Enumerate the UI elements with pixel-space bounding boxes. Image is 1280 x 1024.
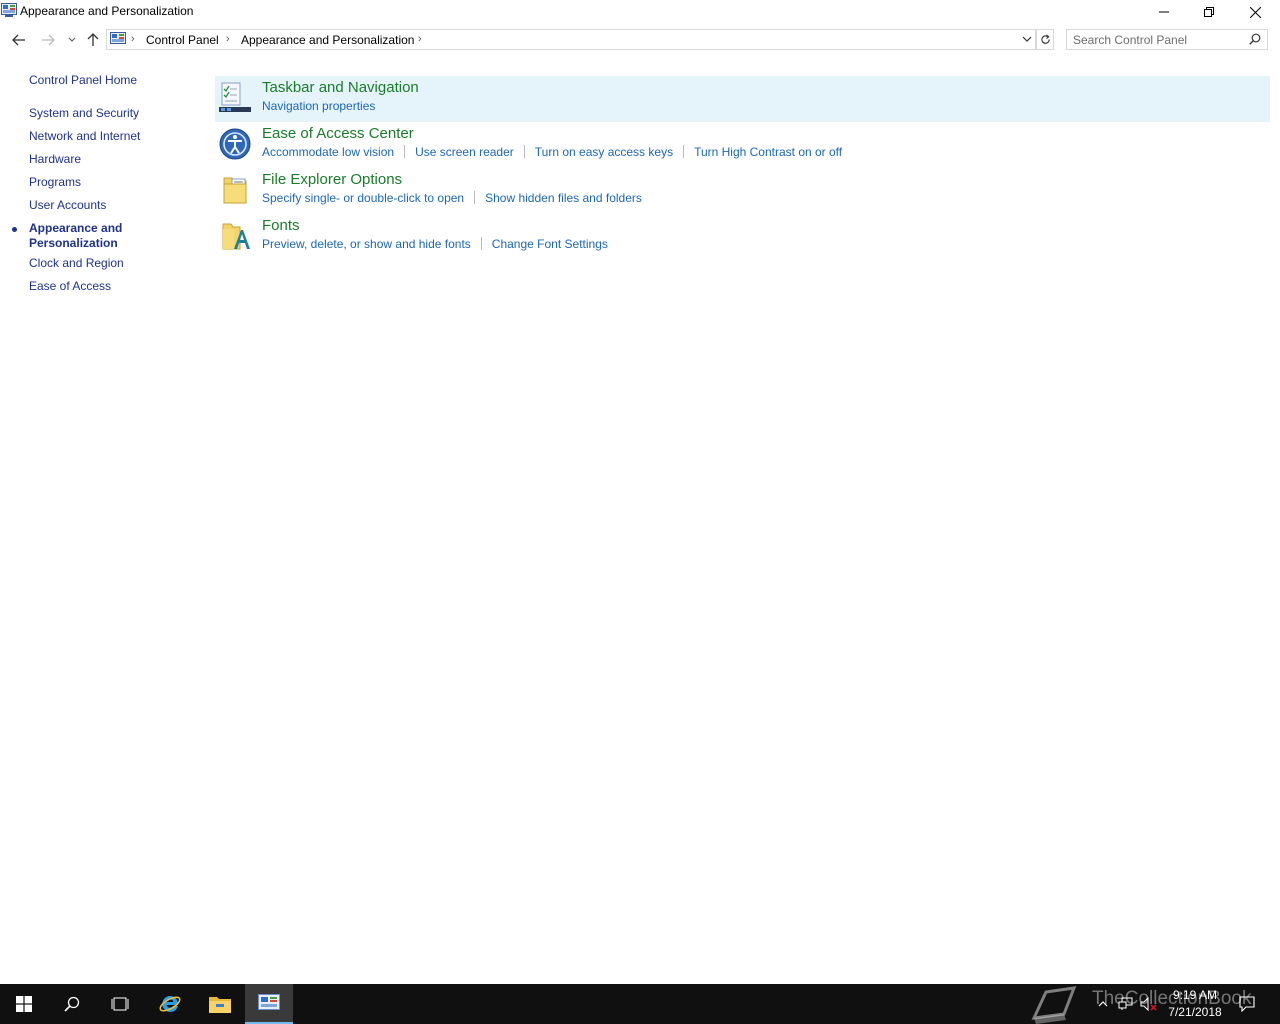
search-box[interactable] xyxy=(1066,29,1268,50)
breadcrumb-appearance[interactable]: Appearance and Personalization xyxy=(241,33,414,47)
control-panel-icon xyxy=(258,994,280,1010)
task-title[interactable]: Ease of Access Center xyxy=(262,125,414,142)
back-button[interactable] xyxy=(9,30,29,50)
restore-icon xyxy=(1204,7,1214,17)
sidebar-item-label-line2: Personalization xyxy=(29,236,118,250)
start-button[interactable] xyxy=(0,984,48,1024)
sidebar-item-label-line1: Appearance and xyxy=(29,221,123,235)
window-title: Appearance and Personalization xyxy=(20,4,194,18)
search-icon xyxy=(64,996,80,1012)
link-divider xyxy=(480,237,482,250)
forward-arrow-icon xyxy=(42,34,55,46)
show-hidden-icons-button[interactable] xyxy=(1094,984,1112,1024)
sidebar-item-appearance[interactable]: Appearance and Personalization xyxy=(29,221,122,251)
file-explorer-button[interactable] xyxy=(196,984,244,1024)
link-divider xyxy=(404,145,406,158)
sidebar-item-ease-of-access[interactable]: Ease of Access xyxy=(29,279,111,293)
network-icon xyxy=(1118,997,1133,1010)
task-file-explorer-options: File Explorer Options Specify single- or… xyxy=(215,168,1270,214)
breadcrumb-control-panel[interactable]: Control Panel xyxy=(146,33,219,47)
sidebar-item-home[interactable]: Control Panel Home xyxy=(29,73,137,87)
navigation-bar: › Control Panel › Appearance and Persona… xyxy=(0,27,1280,53)
chevron-down-icon xyxy=(68,37,76,42)
clock-time: 9:19 AM xyxy=(1172,988,1218,1002)
search-button[interactable] xyxy=(48,984,96,1024)
link-divider xyxy=(474,191,476,204)
internet-explorer-icon xyxy=(159,995,181,1012)
restore-button[interactable] xyxy=(1186,0,1232,24)
volume-muted-icon xyxy=(1140,997,1157,1011)
windows-logo-icon xyxy=(16,996,32,1012)
network-tray-button[interactable] xyxy=(1116,984,1136,1024)
sidebar-item-programs[interactable]: Programs xyxy=(29,175,81,189)
task-links: Specify single- or double-click to open S… xyxy=(262,191,642,205)
taskbar-icon[interactable] xyxy=(218,80,252,114)
close-button[interactable] xyxy=(1232,0,1278,24)
minimize-icon xyxy=(1159,11,1169,13)
up-arrow-icon xyxy=(87,33,99,46)
chevron-down-icon[interactable] xyxy=(1021,33,1033,45)
refresh-icon xyxy=(1040,34,1050,44)
ease-of-access-icon[interactable] xyxy=(218,126,252,160)
taskbar: TheCollectionBook 9:19 AM 7/21/2018 xyxy=(0,984,1280,1024)
task-view-button[interactable] xyxy=(96,984,144,1024)
task-taskbar-navigation: Taskbar and Navigation Navigation proper… xyxy=(215,76,1270,122)
breadcrumb-separator-icon[interactable]: › xyxy=(418,33,422,45)
task-link[interactable]: Turn on easy access keys xyxy=(535,145,673,159)
title-bar: Appearance and Personalization xyxy=(0,0,1280,24)
action-center-button[interactable] xyxy=(1234,984,1260,1024)
up-button[interactable] xyxy=(83,30,103,50)
back-arrow-icon xyxy=(12,34,25,46)
link-divider xyxy=(683,145,685,158)
breadcrumb-separator-icon[interactable]: › xyxy=(131,33,135,45)
clock[interactable]: 9:19 AM 7/21/2018 xyxy=(1162,987,1228,1021)
task-links: Navigation properties xyxy=(262,99,375,113)
sidebar-item-clock-region[interactable]: Clock and Region xyxy=(29,256,124,270)
task-links: Accommodate low vision Use screen reader T… xyxy=(262,145,842,159)
control-panel-icon xyxy=(1,3,17,17)
fonts-icon[interactable] xyxy=(218,218,252,252)
breadcrumb-separator-icon[interactable]: › xyxy=(226,33,230,45)
task-link[interactable]: Turn High Contrast on or off xyxy=(694,145,842,159)
link-divider xyxy=(523,145,525,158)
task-link[interactable]: Change Font Settings xyxy=(492,237,608,251)
clock-date: 7/21/2018 xyxy=(1168,1005,1222,1019)
recent-locations-button[interactable] xyxy=(62,30,82,50)
control-panel-icon xyxy=(110,32,126,44)
sidebar-item-user-accounts[interactable]: User Accounts xyxy=(29,198,106,212)
minimize-button[interactable] xyxy=(1141,0,1187,24)
close-icon xyxy=(1249,6,1261,18)
task-link[interactable]: Specify single- or double-click to open xyxy=(262,191,464,205)
folder-icon xyxy=(209,997,231,1013)
internet-explorer-button[interactable] xyxy=(146,984,194,1024)
task-link[interactable]: Show hidden files and folders xyxy=(485,191,642,205)
sidebar-item-system-security[interactable]: System and Security xyxy=(29,106,139,120)
notifications-icon xyxy=(1239,996,1255,1012)
task-link[interactable]: Accommodate low vision xyxy=(262,145,394,159)
task-title[interactable]: File Explorer Options xyxy=(262,171,402,188)
book-logo-icon xyxy=(1031,986,1077,1024)
task-link[interactable]: Preview, delete, or show and hide fonts xyxy=(262,237,471,251)
task-link[interactable]: Use screen reader xyxy=(415,145,514,159)
forward-button[interactable] xyxy=(38,30,58,50)
folder-options-icon[interactable] xyxy=(218,172,252,206)
address-bar[interactable]: › Control Panel › Appearance and Persona… xyxy=(106,29,1036,50)
current-page-bullet xyxy=(12,227,17,232)
task-ease-of-access-center: Ease of Access Center Accommodate low vi… xyxy=(215,122,1270,168)
task-title[interactable]: Taskbar and Navigation xyxy=(262,79,419,96)
refresh-button[interactable] xyxy=(1036,29,1054,50)
task-fonts: Fonts Preview, delete, or show and hide … xyxy=(215,214,1270,260)
chevron-up-icon xyxy=(1098,1001,1108,1007)
sidebar-item-network[interactable]: Network and Internet xyxy=(29,129,140,143)
task-links: Preview, delete, or show and hide fonts C… xyxy=(262,237,608,251)
task-title[interactable]: Fonts xyxy=(262,217,300,234)
volume-tray-button[interactable] xyxy=(1138,984,1160,1024)
sidebar-item-hardware[interactable]: Hardware xyxy=(29,152,81,166)
control-panel-taskbar-button[interactable] xyxy=(245,984,293,1024)
task-link[interactable]: Navigation properties xyxy=(262,99,375,113)
search-icon[interactable] xyxy=(1249,33,1261,45)
search-input[interactable] xyxy=(1073,32,1243,47)
task-view-icon xyxy=(111,997,129,1011)
